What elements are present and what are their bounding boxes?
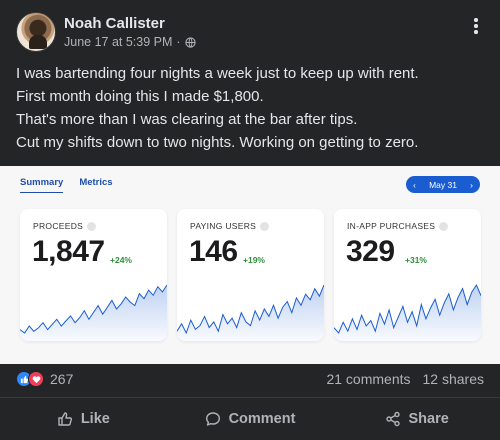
share-label: Share bbox=[408, 411, 449, 427]
chevron-left-icon[interactable]: ‹ bbox=[413, 180, 416, 190]
reactions-summary[interactable]: 267 bbox=[16, 371, 73, 387]
chevron-right-icon[interactable]: › bbox=[470, 180, 473, 190]
post-card: Noah Callister June 17 at 5:39 PM · I wa… bbox=[0, 0, 500, 440]
comment-label: Comment bbox=[228, 411, 296, 427]
engagement-stats: 267 21 comments 12 shares bbox=[16, 370, 484, 390]
post-line: Cut my shifts down to two nights. Workin… bbox=[16, 134, 419, 151]
comments-count-link[interactable]: 21 comments bbox=[326, 371, 410, 387]
metric-value: 146 bbox=[189, 235, 238, 268]
meta-separator: · bbox=[176, 35, 181, 49]
dashboard-screenshot[interactable]: Summary Metrics ‹ May 31 › PROCEEDS 1,84… bbox=[0, 166, 500, 364]
metric-value: 329 bbox=[346, 235, 395, 268]
post-header: Noah Callister June 17 at 5:39 PM · bbox=[16, 12, 486, 52]
metric-label: PROCEEDS bbox=[33, 221, 97, 231]
info-icon[interactable] bbox=[87, 221, 97, 231]
more-options-icon[interactable] bbox=[466, 16, 486, 36]
post-actions: Like Comment Share bbox=[0, 397, 500, 440]
love-reaction-icon bbox=[28, 371, 44, 387]
metric-card-paying-users[interactable]: PAYING USERS 146 +19% bbox=[177, 209, 324, 341]
post-line: I was bartending four nights a week just… bbox=[16, 65, 419, 82]
sparkline-chart bbox=[177, 284, 324, 341]
post-text: I was bartending four nights a week just… bbox=[16, 62, 486, 154]
author-name[interactable]: Noah Callister bbox=[64, 15, 165, 32]
metric-label: PAYING USERS bbox=[190, 221, 270, 231]
post-meta: June 17 at 5:39 PM · bbox=[64, 35, 196, 49]
share-icon bbox=[385, 411, 400, 427]
tab-metrics[interactable]: Metrics bbox=[79, 177, 112, 193]
sparkline-area bbox=[177, 285, 324, 341]
post-line: That's more than I was clearing at the b… bbox=[16, 111, 358, 128]
info-icon[interactable] bbox=[260, 221, 270, 231]
thumbs-up-icon bbox=[58, 412, 72, 426]
sparkline-chart bbox=[20, 284, 167, 341]
tab-summary[interactable]: Summary bbox=[20, 177, 64, 193]
post-line: First month doing this I made $1,800. bbox=[16, 88, 264, 105]
metric-delta: +24% bbox=[110, 255, 132, 265]
share-button[interactable]: Share bbox=[333, 398, 500, 440]
date-label: May 31 bbox=[429, 179, 457, 190]
comments-shares: 21 comments 12 shares bbox=[326, 371, 484, 387]
reaction-count: 267 bbox=[50, 371, 74, 387]
date-picker[interactable]: ‹ May 31 › bbox=[406, 176, 480, 193]
shares-count-link[interactable]: 12 shares bbox=[423, 371, 484, 387]
metric-delta: +31% bbox=[405, 255, 427, 265]
metric-label: IN-APP PURCHASES bbox=[347, 221, 449, 231]
metric-card-proceeds[interactable]: PROCEEDS 1,847 +24% bbox=[20, 209, 167, 341]
info-icon[interactable] bbox=[439, 221, 449, 231]
metric-delta: +19% bbox=[243, 255, 265, 265]
dashboard-tabs: Summary Metrics bbox=[20, 177, 113, 193]
metric-value: 1,847 bbox=[32, 235, 105, 268]
comment-button[interactable]: Comment bbox=[167, 398, 334, 440]
timestamp[interactable]: June 17 at 5:39 PM bbox=[64, 35, 172, 49]
sparkline-area bbox=[334, 285, 481, 341]
comment-bubble-icon bbox=[205, 412, 220, 426]
sparkline-chart bbox=[334, 283, 481, 341]
globe-icon[interactable] bbox=[184, 36, 196, 48]
like-label: Like bbox=[80, 411, 110, 427]
metric-card-in-app-purchases[interactable]: IN-APP PURCHASES 329 +31% bbox=[334, 209, 481, 341]
avatar[interactable] bbox=[16, 12, 56, 52]
like-button[interactable]: Like bbox=[0, 398, 167, 440]
